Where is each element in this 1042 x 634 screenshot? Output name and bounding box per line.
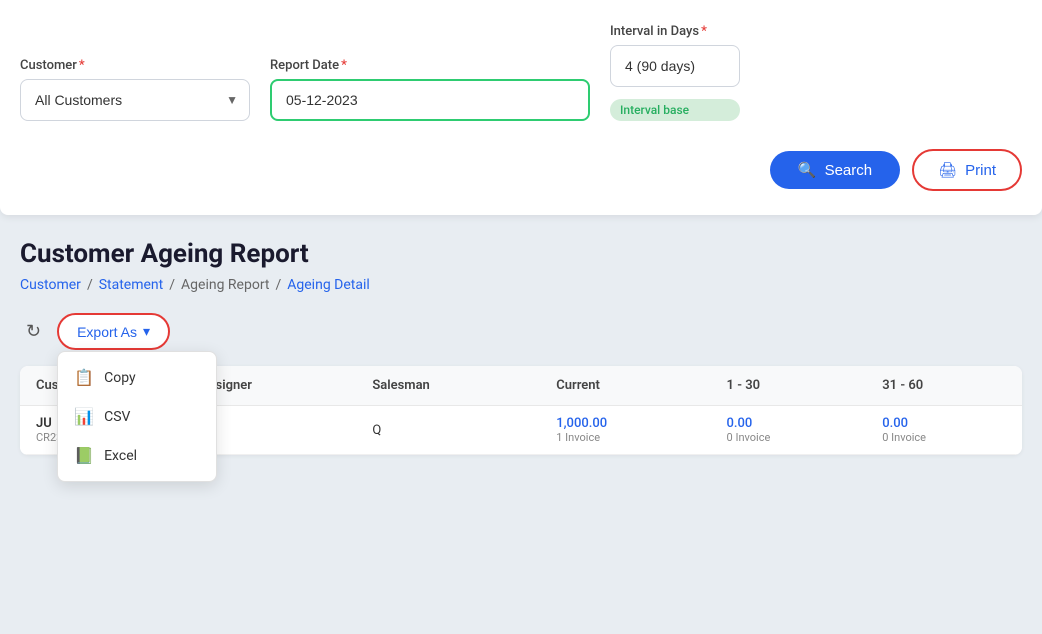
breadcrumb-ageing-report: Ageing Report bbox=[181, 277, 269, 293]
copy-option[interactable]: 📋 Copy bbox=[58, 358, 216, 397]
cell-1-30: 0.00 0 Invoice bbox=[711, 406, 867, 455]
csv-icon: 📊 bbox=[74, 407, 94, 426]
breadcrumb: Customer / Statement / Ageing Report / A… bbox=[20, 277, 1022, 293]
cell-31-60: 0.00 0 Invoice bbox=[866, 406, 1022, 455]
search-button[interactable]: 🔍 Search bbox=[770, 151, 900, 189]
export-dropdown: 📋 Copy 📊 CSV 📗 Excel bbox=[57, 351, 217, 482]
col-current: Current bbox=[540, 366, 710, 406]
col-31-60: 31 - 60 bbox=[866, 366, 1022, 406]
print-icon: 🖨 bbox=[938, 161, 957, 179]
copy-label: Copy bbox=[104, 370, 136, 386]
cell-current: 1,000.00 1 Invoice bbox=[540, 406, 710, 455]
excel-option[interactable]: 📗 Excel bbox=[58, 436, 216, 475]
copy-icon: 📋 bbox=[74, 368, 94, 387]
search-icon: 🔍 bbox=[798, 161, 817, 179]
export-wrapper: Export As ▾ 📋 Copy 📊 CSV 📗 Excel bbox=[57, 313, 170, 350]
refresh-button[interactable]: ↻ bbox=[20, 315, 47, 348]
breadcrumb-ageing-detail[interactable]: Ageing Detail bbox=[287, 277, 370, 293]
breadcrumb-statement[interactable]: Statement bbox=[99, 277, 164, 293]
export-button[interactable]: Export As ▾ bbox=[57, 313, 170, 350]
col-1-30: 1 - 30 bbox=[711, 366, 867, 406]
col-salesman: Salesman bbox=[356, 366, 540, 406]
report-date-input[interactable] bbox=[270, 79, 590, 121]
page-title: Customer Ageing Report bbox=[20, 239, 1022, 269]
csv-label: CSV bbox=[104, 409, 130, 425]
customer-select[interactable]: All Customers bbox=[20, 79, 250, 121]
interval-input[interactable] bbox=[610, 45, 740, 87]
customer-label: Customer* bbox=[20, 58, 250, 73]
csv-option[interactable]: 📊 CSV bbox=[58, 397, 216, 436]
report-date-label: Report Date* bbox=[270, 58, 590, 73]
print-button[interactable]: 🖨 Print bbox=[912, 149, 1022, 191]
export-arrow-icon: ▾ bbox=[143, 323, 150, 340]
excel-label: Excel bbox=[104, 448, 137, 464]
cell-salesman: Q bbox=[356, 406, 540, 455]
refresh-icon: ↻ bbox=[26, 321, 41, 341]
interval-label: Interval in Days* bbox=[610, 24, 740, 39]
breadcrumb-customer[interactable]: Customer bbox=[20, 277, 81, 293]
interval-badge: Interval base bbox=[610, 99, 740, 121]
excel-icon: 📗 bbox=[74, 446, 94, 465]
